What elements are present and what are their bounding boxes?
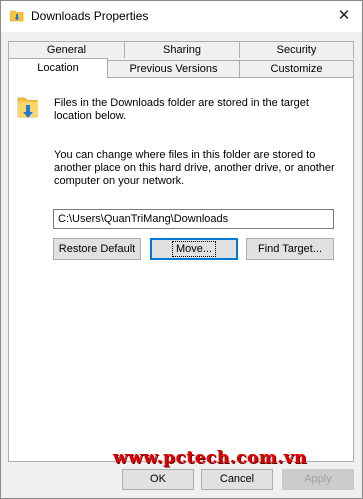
find-target-label: Find Target... [258, 243, 322, 255]
apply-label: Apply [304, 473, 332, 485]
target-path-field[interactable] [53, 209, 334, 229]
window-title: Downloads Properties [31, 9, 149, 23]
tab-previous-versions[interactable]: Previous Versions [107, 60, 240, 77]
title-bar: Downloads Properties ✕ [1, 1, 362, 32]
apply-button[interactable]: Apply [282, 469, 354, 490]
ok-label: OK [150, 473, 166, 485]
tab-general[interactable]: General [8, 41, 125, 58]
folder-download-icon [9, 9, 24, 26]
watermark-text: www.pctech.com.vn [113, 448, 307, 468]
tab-customize[interactable]: Customize [239, 60, 354, 77]
restore-default-button[interactable]: Restore Default [53, 238, 141, 260]
location-instructions: You can change where files in this folde… [54, 149, 335, 187]
downloads-folder-icon [17, 95, 39, 124]
ok-button[interactable]: OK [122, 469, 194, 490]
tab-sharing[interactable]: Sharing [124, 41, 240, 58]
tab-security[interactable]: Security [239, 41, 354, 58]
close-button[interactable]: ✕ [336, 8, 352, 24]
move-label: Move... [171, 241, 217, 257]
location-tab-panel [8, 77, 354, 462]
find-target-button[interactable]: Find Target... [246, 238, 334, 260]
cancel-label: Cancel [219, 473, 255, 485]
location-description: Files in the Downloads folder are stored… [54, 97, 309, 122]
properties-dialog: Downloads Properties ✕ General Sharing S… [0, 0, 363, 499]
tab-location[interactable]: Location [8, 58, 108, 78]
move-button[interactable]: Move... [150, 238, 238, 260]
restore-default-label: Restore Default [58, 243, 136, 255]
cancel-button[interactable]: Cancel [201, 469, 273, 490]
